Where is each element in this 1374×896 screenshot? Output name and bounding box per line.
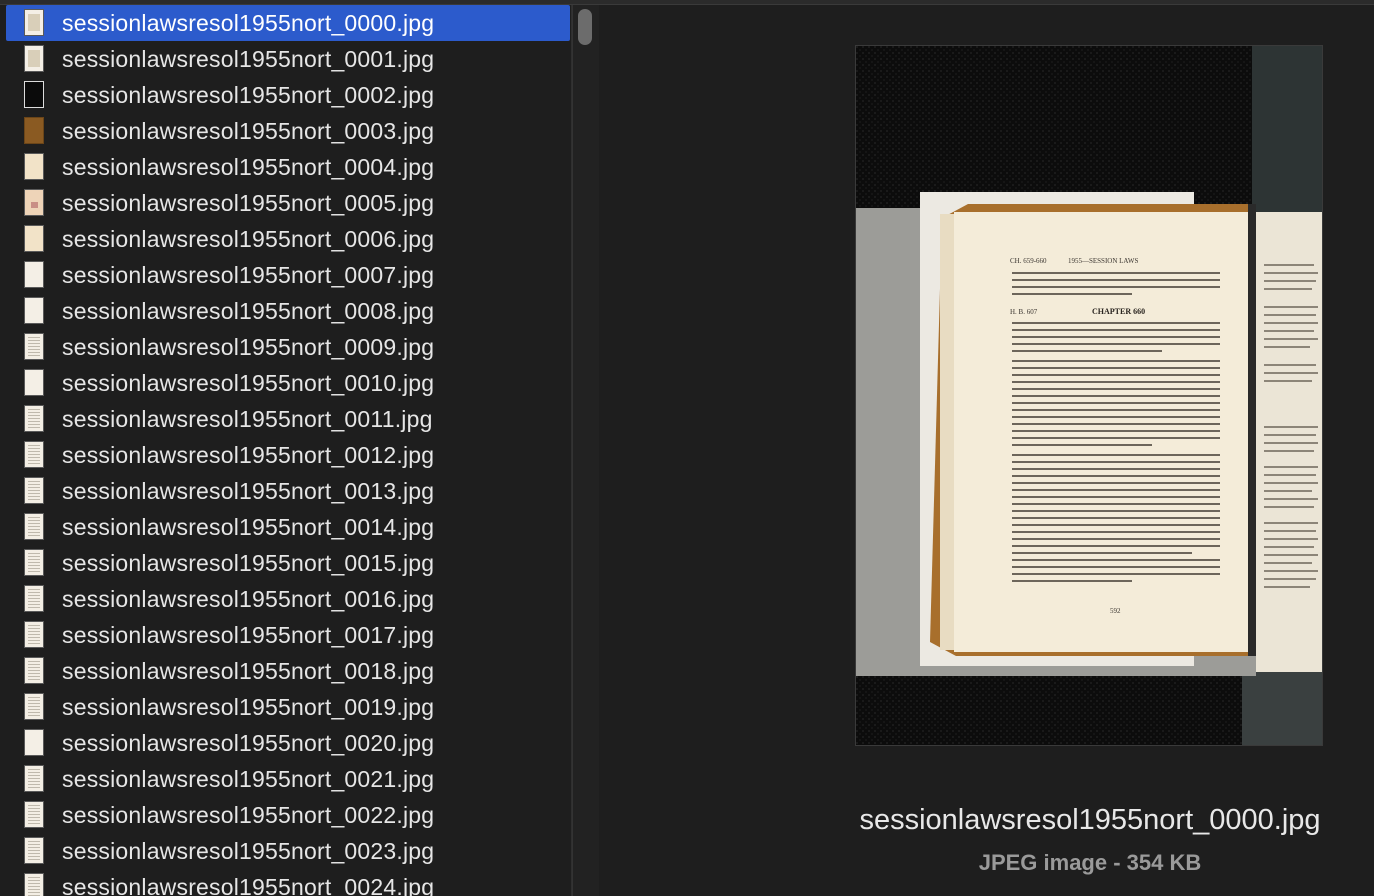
file-list-scrollbar[interactable] — [572, 5, 599, 896]
file-list-item[interactable]: sessionlawsresol1955nort_0010.jpg — [6, 365, 570, 401]
file-name-label: sessionlawsresol1955nort_0001.jpg — [62, 46, 435, 72]
file-name-label: sessionlawsresol1955nort_0024.jpg — [62, 874, 435, 896]
page-running-head: 1955—SESSION LAWS — [1068, 257, 1139, 265]
file-thumbnail-icon — [24, 333, 44, 360]
file-thumbnail-icon — [24, 225, 44, 252]
file-thumbnail-icon — [24, 585, 44, 612]
file-name-label: sessionlawsresol1955nort_0012.jpg — [62, 442, 435, 468]
file-thumbnail-icon — [24, 117, 44, 144]
scanned-book-page-image: CH. 659-660 1955—SESSION LAWS H. B. 607 … — [856, 46, 1322, 745]
file-thumbnail-icon — [24, 477, 44, 504]
file-list-item[interactable]: sessionlawsresol1955nort_0006.jpg — [6, 221, 570, 257]
file-list-item[interactable]: sessionlawsresol1955nort_0017.jpg — [6, 617, 570, 653]
file-thumbnail-icon — [24, 657, 44, 684]
file-list-item[interactable]: sessionlawsresol1955nort_0011.jpg — [6, 401, 570, 437]
file-name-label: sessionlawsresol1955nort_0021.jpg — [62, 766, 435, 792]
file-thumbnail-icon — [24, 801, 44, 828]
file-list-item[interactable]: sessionlawsresol1955nort_0016.jpg — [6, 581, 570, 617]
file-list-item[interactable]: sessionlawsresol1955nort_0019.jpg — [6, 689, 570, 725]
file-list-item[interactable]: sessionlawsresol1955nort_0013.jpg — [6, 473, 570, 509]
file-name-label: sessionlawsresol1955nort_0014.jpg — [62, 514, 435, 540]
file-name-label: sessionlawsresol1955nort_0023.jpg — [62, 838, 435, 864]
file-list-item[interactable]: sessionlawsresol1955nort_0022.jpg — [6, 797, 570, 833]
file-name-label: sessionlawsresol1955nort_0010.jpg — [62, 370, 435, 396]
page-number: 592 — [1110, 607, 1121, 615]
file-list-item[interactable]: sessionlawsresol1955nort_0003.jpg — [6, 113, 570, 149]
file-thumbnail-icon — [24, 261, 44, 288]
file-list-item[interactable]: sessionlawsresol1955nort_0001.jpg — [6, 41, 570, 77]
page-bill-number: H. B. 607 — [1010, 308, 1038, 316]
file-list-item[interactable]: sessionlawsresol1955nort_0021.jpg — [6, 761, 570, 797]
page-chapter-heading: CHAPTER 660 — [1092, 307, 1145, 316]
file-thumbnail-icon — [24, 45, 44, 72]
file-list-item[interactable]: sessionlawsresol1955nort_0008.jpg — [6, 293, 570, 329]
file-thumbnail-icon — [24, 873, 44, 896]
file-thumbnail-icon — [24, 153, 44, 180]
preview-filename: sessionlawsresol1955nort_0000.jpg — [859, 804, 1321, 836]
file-list-item[interactable]: sessionlawsresol1955nort_0007.jpg — [6, 257, 570, 293]
file-list-item[interactable]: sessionlawsresol1955nort_0012.jpg — [6, 437, 570, 473]
file-name-label: sessionlawsresol1955nort_0019.jpg — [62, 694, 435, 720]
file-name-label: sessionlawsresol1955nort_0008.jpg — [62, 298, 435, 324]
file-list-item[interactable]: sessionlawsresol1955nort_0018.jpg — [6, 653, 570, 689]
file-thumbnail-icon — [24, 441, 44, 468]
file-name-label: sessionlawsresol1955nort_0017.jpg — [62, 622, 435, 648]
file-thumbnail-icon — [24, 81, 44, 108]
file-name-label: sessionlawsresol1955nort_0013.jpg — [62, 478, 435, 504]
file-thumbnail-icon — [24, 297, 44, 324]
file-list-item[interactable]: sessionlawsresol1955nort_0002.jpg — [6, 77, 570, 113]
file-thumbnail-icon — [24, 765, 44, 792]
file-thumbnail-icon — [24, 405, 44, 432]
file-list-item[interactable]: sessionlawsresol1955nort_0020.jpg — [6, 725, 570, 761]
file-list[interactable]: sessionlawsresol1955nort_0000.jpgsession… — [0, 5, 571, 896]
file-thumbnail-icon — [24, 9, 44, 36]
file-list-item[interactable]: sessionlawsresol1955nort_0023.jpg — [6, 833, 570, 869]
file-name-label: sessionlawsresol1955nort_0016.jpg — [62, 586, 435, 612]
file-thumbnail-icon — [24, 621, 44, 648]
file-thumbnail-icon — [24, 729, 44, 756]
file-name-label: sessionlawsresol1955nort_0022.jpg — [62, 802, 435, 828]
file-name-label: sessionlawsresol1955nort_0018.jpg — [62, 658, 435, 684]
file-name-label: sessionlawsresol1955nort_0005.jpg — [62, 190, 435, 216]
file-name-label: sessionlawsresol1955nort_0002.jpg — [62, 82, 435, 108]
file-name-label: sessionlawsresol1955nort_0004.jpg — [62, 154, 435, 180]
file-name-label: sessionlawsresol1955nort_0006.jpg — [62, 226, 435, 252]
file-name-label: sessionlawsresol1955nort_0003.jpg — [62, 118, 435, 144]
file-list-item[interactable]: sessionlawsresol1955nort_0004.jpg — [6, 149, 570, 185]
file-list-item[interactable]: sessionlawsresol1955nort_0015.jpg — [6, 545, 570, 581]
file-name-label: sessionlawsresol1955nort_0009.jpg — [62, 334, 435, 360]
file-name-label: sessionlawsresol1955nort_0020.jpg — [62, 730, 435, 756]
scrollbar-thumb[interactable] — [578, 9, 592, 45]
file-name-label: sessionlawsresol1955nort_0007.jpg — [62, 262, 435, 288]
file-name-label: sessionlawsresol1955nort_0015.jpg — [62, 550, 435, 576]
file-thumbnail-icon — [24, 369, 44, 396]
file-list-item[interactable]: sessionlawsresol1955nort_0014.jpg — [6, 509, 570, 545]
file-list-item[interactable]: sessionlawsresol1955nort_0024.jpg — [6, 869, 570, 896]
file-thumbnail-icon — [24, 837, 44, 864]
file-thumbnail-icon — [24, 549, 44, 576]
file-name-label: sessionlawsresol1955nort_0000.jpg — [62, 10, 435, 36]
file-thumbnail-icon — [24, 189, 44, 216]
file-list-item[interactable]: sessionlawsresol1955nort_0009.jpg — [6, 329, 570, 365]
page-running-head-left: CH. 659-660 — [1010, 257, 1047, 265]
preview-file-info: JPEG image - 354 KB — [978, 850, 1202, 875]
file-thumbnail-icon — [24, 513, 44, 540]
file-thumbnail-icon — [24, 693, 44, 720]
file-list-item[interactable]: sessionlawsresol1955nort_0000.jpg — [6, 5, 570, 41]
preview-image: CH. 659-660 1955—SESSION LAWS H. B. 607 … — [855, 45, 1323, 746]
file-name-label: sessionlawsresol1955nort_0011.jpg — [62, 406, 433, 432]
file-list-item[interactable]: sessionlawsresol1955nort_0005.jpg — [6, 185, 570, 221]
